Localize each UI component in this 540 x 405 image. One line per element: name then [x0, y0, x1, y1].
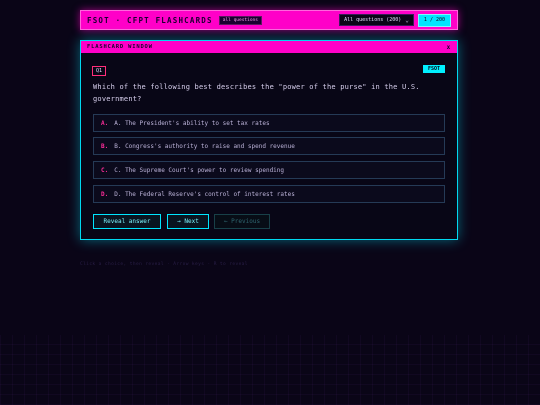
question-text: Which of the following best describes th… — [93, 83, 420, 103]
reveal-answer-button[interactable]: Reveal answer — [93, 214, 161, 229]
category-tag: FSOT — [422, 65, 445, 73]
option-letter: A. — [101, 119, 109, 127]
keyboard-hint: Click a choice, then reveal · Arrow keys… — [80, 262, 248, 267]
answer-option-a[interactable]: A. A. The President's ability to set tax… — [93, 114, 445, 132]
app-header: FSOT · CFPT FLASHCARDS all questions All… — [80, 10, 458, 30]
option-text: A. The President's ability to set tax ra… — [114, 119, 270, 127]
option-letter: D. — [101, 190, 109, 198]
answer-option-b[interactable]: B. B. Congress's authority to raise and … — [93, 137, 445, 155]
app-title: FSOT · CFPT FLASHCARDS — [87, 15, 213, 25]
close-icon[interactable]: x — [447, 44, 451, 51]
chevron-down-icon: ⌄ — [405, 16, 409, 24]
previous-button[interactable]: ← Previous — [214, 214, 270, 229]
option-text: B. Congress's authority to raise and spe… — [114, 142, 295, 150]
next-button[interactable]: → Next — [167, 214, 209, 229]
answer-option-c[interactable]: C. C. The Supreme Court's power to revie… — [93, 161, 445, 179]
mode-badge: all questions — [218, 15, 262, 25]
question-id-badge: Q1 — [92, 66, 107, 76]
question-filter-select[interactable]: All questions (200) ⌄ — [339, 14, 414, 26]
grid-floor-decoration — [0, 335, 540, 405]
answer-option-d[interactable]: D. D. The Federal Reserve's control of i… — [93, 185, 445, 203]
window-title: FLASHCARD WINDOW — [87, 44, 153, 50]
question-filter-value: All questions (200) — [344, 17, 402, 23]
option-letter: C. — [101, 166, 109, 174]
window-titlebar: FLASHCARD WINDOW x — [81, 41, 457, 53]
progress-counter: 1 / 200 — [417, 13, 451, 27]
flashcard-window: FLASHCARD WINDOW x Q1 FSOT Which of the … — [80, 40, 458, 240]
option-letter: B. — [101, 142, 109, 150]
option-text: C. The Supreme Court's power to review s… — [114, 166, 285, 174]
option-text: D. The Federal Reserve's control of inte… — [114, 190, 295, 198]
